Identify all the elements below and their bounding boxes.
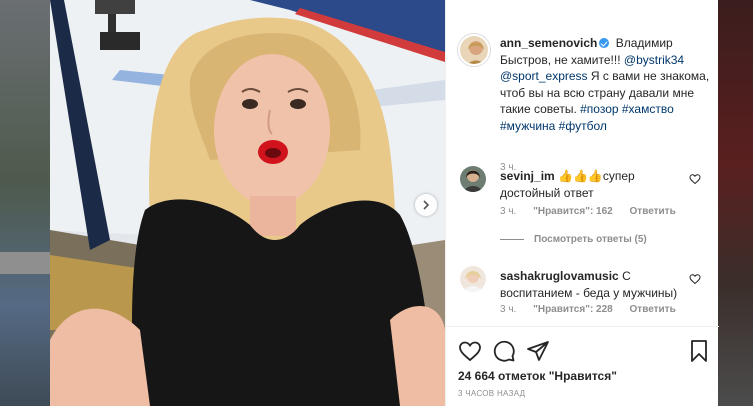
reply-button[interactable]: Ответить	[630, 206, 676, 217]
verified-badge-icon	[599, 38, 610, 48]
comment-meta: 3 ч. "Нравится": 228 Ответить	[500, 304, 690, 315]
post-actions: 24 664 отметок "Нравится" 3 ЧАСОВ НАЗАД	[446, 326, 719, 406]
mention-link[interactable]: @sport_express	[500, 69, 588, 83]
heart-icon[interactable]	[458, 339, 482, 363]
backdrop-right	[718, 0, 753, 406]
comment-text: sashakruglovamusic С воспитанием - беда …	[500, 268, 685, 301]
comment-username[interactable]: sashakruglovamusic	[500, 269, 619, 283]
comment-time[interactable]: 3 ч.	[500, 304, 516, 315]
author-username[interactable]: ann_semenovich	[500, 36, 597, 50]
mention-link[interactable]: @bystrik34	[624, 53, 684, 67]
comment-likes[interactable]: "Нравится": 228	[533, 304, 613, 315]
comment-meta: 3 ч. "Нравится": 162 Ответить	[500, 206, 690, 217]
comment-like-heart-icon[interactable]	[689, 173, 701, 185]
comment-icon[interactable]	[492, 339, 516, 363]
backdrop-band	[0, 252, 50, 274]
next-photo-button[interactable]	[415, 194, 437, 216]
share-icon[interactable]	[526, 339, 550, 363]
comment-like-heart-icon[interactable]	[689, 273, 701, 285]
caption-text: ann_semenovich Владимир Быстров, не хами…	[500, 35, 715, 134]
comment-username[interactable]: sevinj_im	[500, 169, 555, 183]
post-side-panel: ann_semenovich Владимир Быстров, не хами…	[445, 0, 719, 406]
view-replies-button[interactable]: Посмотреть ответы (5)	[500, 234, 647, 245]
backdrop-left	[0, 0, 50, 406]
comment-likes[interactable]: "Нравится": 162	[533, 206, 613, 217]
reply-button[interactable]: Ответить	[630, 304, 676, 315]
commenter-avatar[interactable]	[460, 266, 486, 292]
photo-image	[50, 0, 445, 406]
comment-text: sevinj_im 👍👍👍супер достойный ответ	[500, 168, 685, 201]
posted-time[interactable]: 3 ЧАСОВ НАЗАД	[458, 389, 525, 398]
bookmark-icon[interactable]	[687, 339, 711, 363]
commenter-avatar[interactable]	[460, 166, 486, 192]
likes-count[interactable]: 24 664 отметок "Нравится"	[458, 369, 617, 383]
post-photo	[50, 0, 445, 406]
author-avatar[interactable]	[458, 34, 490, 66]
chevron-right-icon	[423, 200, 430, 210]
comment-time[interactable]: 3 ч.	[500, 206, 516, 217]
